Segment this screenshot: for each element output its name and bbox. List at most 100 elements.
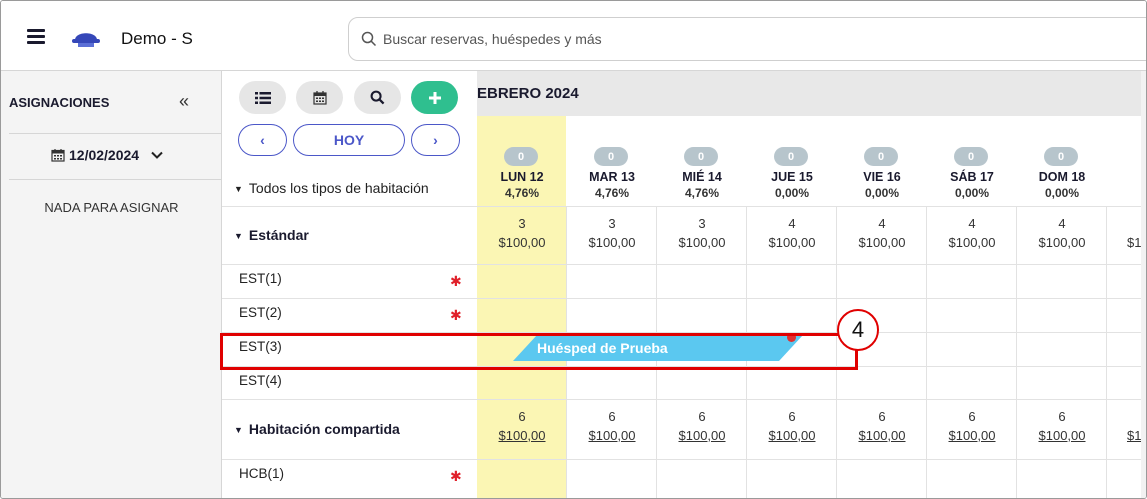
divider xyxy=(222,206,477,207)
room-type-filter-label: Todos los tipos de habitación xyxy=(248,180,429,196)
rate-price: $100,00 xyxy=(1038,235,1086,250)
occupancy-percent: 4,76% xyxy=(684,186,720,200)
available-count: 3 xyxy=(608,216,616,231)
menu-icon[interactable] xyxy=(27,29,45,44)
next-button[interactable]: › xyxy=(411,124,460,156)
grid-row-line xyxy=(477,459,1146,460)
occupancy-badge: 0 xyxy=(864,147,898,166)
day-name: MIÉ 14 xyxy=(682,170,722,184)
collapse-icon[interactable]: « xyxy=(179,91,189,112)
availability-cell[interactable]: 4 $100,00 xyxy=(747,214,837,252)
occupancy-badge: 0 xyxy=(954,147,988,166)
available-count: 6 xyxy=(608,409,616,424)
day-header[interactable]: 0 VIE 16 0,00% xyxy=(837,116,927,206)
available-count: 6 xyxy=(1058,409,1066,424)
calendar-icon xyxy=(51,149,65,162)
available-count: 6 xyxy=(518,409,526,424)
availability-cell[interactable]: 6 $100,00 xyxy=(837,407,927,445)
available-count: 4 xyxy=(968,216,976,231)
day-header[interactable]: 0 JUE 15 0,00% xyxy=(747,116,837,206)
availability-cell[interactable]: 6 $100,00 xyxy=(657,407,747,445)
availability-cell[interactable]: 4 $100,00 xyxy=(837,214,927,252)
day-header[interactable]: 0 SÁB 17 0,00% xyxy=(927,116,1017,206)
rate-price: $100,00 xyxy=(858,235,906,250)
hotel-name[interactable]: Demo - S xyxy=(121,29,193,49)
month-header: EBRERO 2024 xyxy=(477,71,1146,116)
divider xyxy=(222,298,477,299)
search-input[interactable] xyxy=(383,28,983,50)
availability-cell[interactable]: 3 $100,00 xyxy=(657,214,747,252)
month-label: EBRERO 2024 xyxy=(477,85,579,102)
day-header[interactable]: 0 MIÉ 14 4,76% xyxy=(657,116,747,206)
availability-cell[interactable]: 6 $100,00 xyxy=(1017,407,1107,445)
rate-price[interactable]: $100,00 xyxy=(927,426,1017,445)
rate-price: $100,00 xyxy=(768,235,816,250)
room-label: HCB(1) xyxy=(239,466,285,481)
rate-price[interactable]: $100,00 xyxy=(747,426,837,445)
caret-down-icon: ▼ xyxy=(234,231,243,241)
rate-price[interactable]: $100,00 xyxy=(657,426,747,445)
annotation-step-number: 4 xyxy=(837,309,879,351)
list-view-button[interactable] xyxy=(239,81,286,114)
calendar-view-button[interactable] xyxy=(296,81,343,114)
availability-cell[interactable]: 6 $100,00 xyxy=(567,407,657,445)
room-marker: ✱ xyxy=(450,273,462,289)
availability-cell[interactable]: 6 $100,00 xyxy=(477,407,567,445)
occupancy-percent: 0,00% xyxy=(954,186,990,200)
plus-icon xyxy=(428,91,441,104)
divider xyxy=(9,133,222,134)
occupancy-badge: 0 xyxy=(774,147,808,166)
calendar-grid: EBRERO 2024 0 LUN 12 4,76% 3 $100,00 6 $100,00… xyxy=(477,71,1146,498)
availability-cell[interactable]: 4 $100,00 xyxy=(1017,214,1107,252)
occupancy-percent: 0,00% xyxy=(864,186,900,200)
divider xyxy=(9,179,222,180)
previous-button[interactable]: ‹ xyxy=(238,124,287,156)
scrollbar[interactable] xyxy=(1141,71,1146,498)
empty-assignments-text: NADA PARA ASIGNAR xyxy=(44,200,179,215)
availability-cell[interactable]: 4 $100,00 xyxy=(927,214,1017,252)
category-toggle[interactable]: ▼ Habitación compartida xyxy=(234,421,400,437)
rate-price[interactable]: $100,00 xyxy=(477,426,567,445)
availability-cell[interactable]: 6 $100,00 xyxy=(747,407,837,445)
room-label: EST(1) xyxy=(239,271,282,286)
rate-price: $100,00 xyxy=(678,235,726,250)
day-header[interactable]: 0 LUN 12 4,76% xyxy=(477,116,567,206)
day-name: DOM 18 xyxy=(1038,170,1086,184)
search-bar[interactable] xyxy=(348,17,1146,61)
room-type-filter[interactable]: ▼ Todos los tipos de habitación xyxy=(234,180,429,196)
search-button[interactable] xyxy=(354,81,401,114)
rate-price[interactable]: $100,00 xyxy=(837,426,927,445)
availability-cell[interactable]: 3 $100,00 xyxy=(477,214,567,252)
list-icon xyxy=(254,91,271,104)
category-toggle[interactable]: ▼ Estándar xyxy=(234,227,309,243)
divider xyxy=(222,459,477,460)
availability-cell[interactable]: 3 $100,00 xyxy=(567,214,657,252)
date-picker[interactable]: 12/02/2024 xyxy=(51,147,163,163)
occupancy-percent: 4,76% xyxy=(504,186,540,200)
available-count: 4 xyxy=(788,216,796,231)
available-count: 6 xyxy=(878,409,886,424)
availability-cell[interactable]: 6 $100,00 xyxy=(927,407,1017,445)
today-button[interactable]: HOY xyxy=(293,124,405,156)
day-header[interactable]: 0 DOM 18 0,00% xyxy=(1017,116,1107,206)
room-marker: ✱ xyxy=(450,307,462,323)
category-name: Habitación compartida xyxy=(248,421,400,437)
caret-down-icon: ▼ xyxy=(234,184,243,194)
rate-price[interactable]: $100,00 xyxy=(567,426,657,445)
room-label: EST(4) xyxy=(239,373,282,388)
available-count: 4 xyxy=(1058,216,1066,231)
grid-row-line xyxy=(477,264,1146,265)
occupancy-percent: 4,76% xyxy=(594,186,630,200)
occupancy-badge: 0 xyxy=(1044,147,1078,166)
occupancy-badge: 0 xyxy=(594,147,628,166)
available-count: 6 xyxy=(968,409,976,424)
top-bar: Demo - S xyxy=(1,1,1146,71)
day-header[interactable]: 0 MAR 13 4,76% xyxy=(567,116,657,206)
add-reservation-button[interactable] xyxy=(411,81,458,114)
search-icon xyxy=(370,90,385,105)
annotation-highlight-box xyxy=(220,333,858,370)
room-column: ‹ HOY › ▼ Todos los tipos de habitación ▼… xyxy=(222,71,477,498)
rate-price[interactable]: $100,00 xyxy=(1017,426,1107,445)
grid-row-line xyxy=(477,399,1146,400)
day-name: VIE 16 xyxy=(863,170,901,184)
